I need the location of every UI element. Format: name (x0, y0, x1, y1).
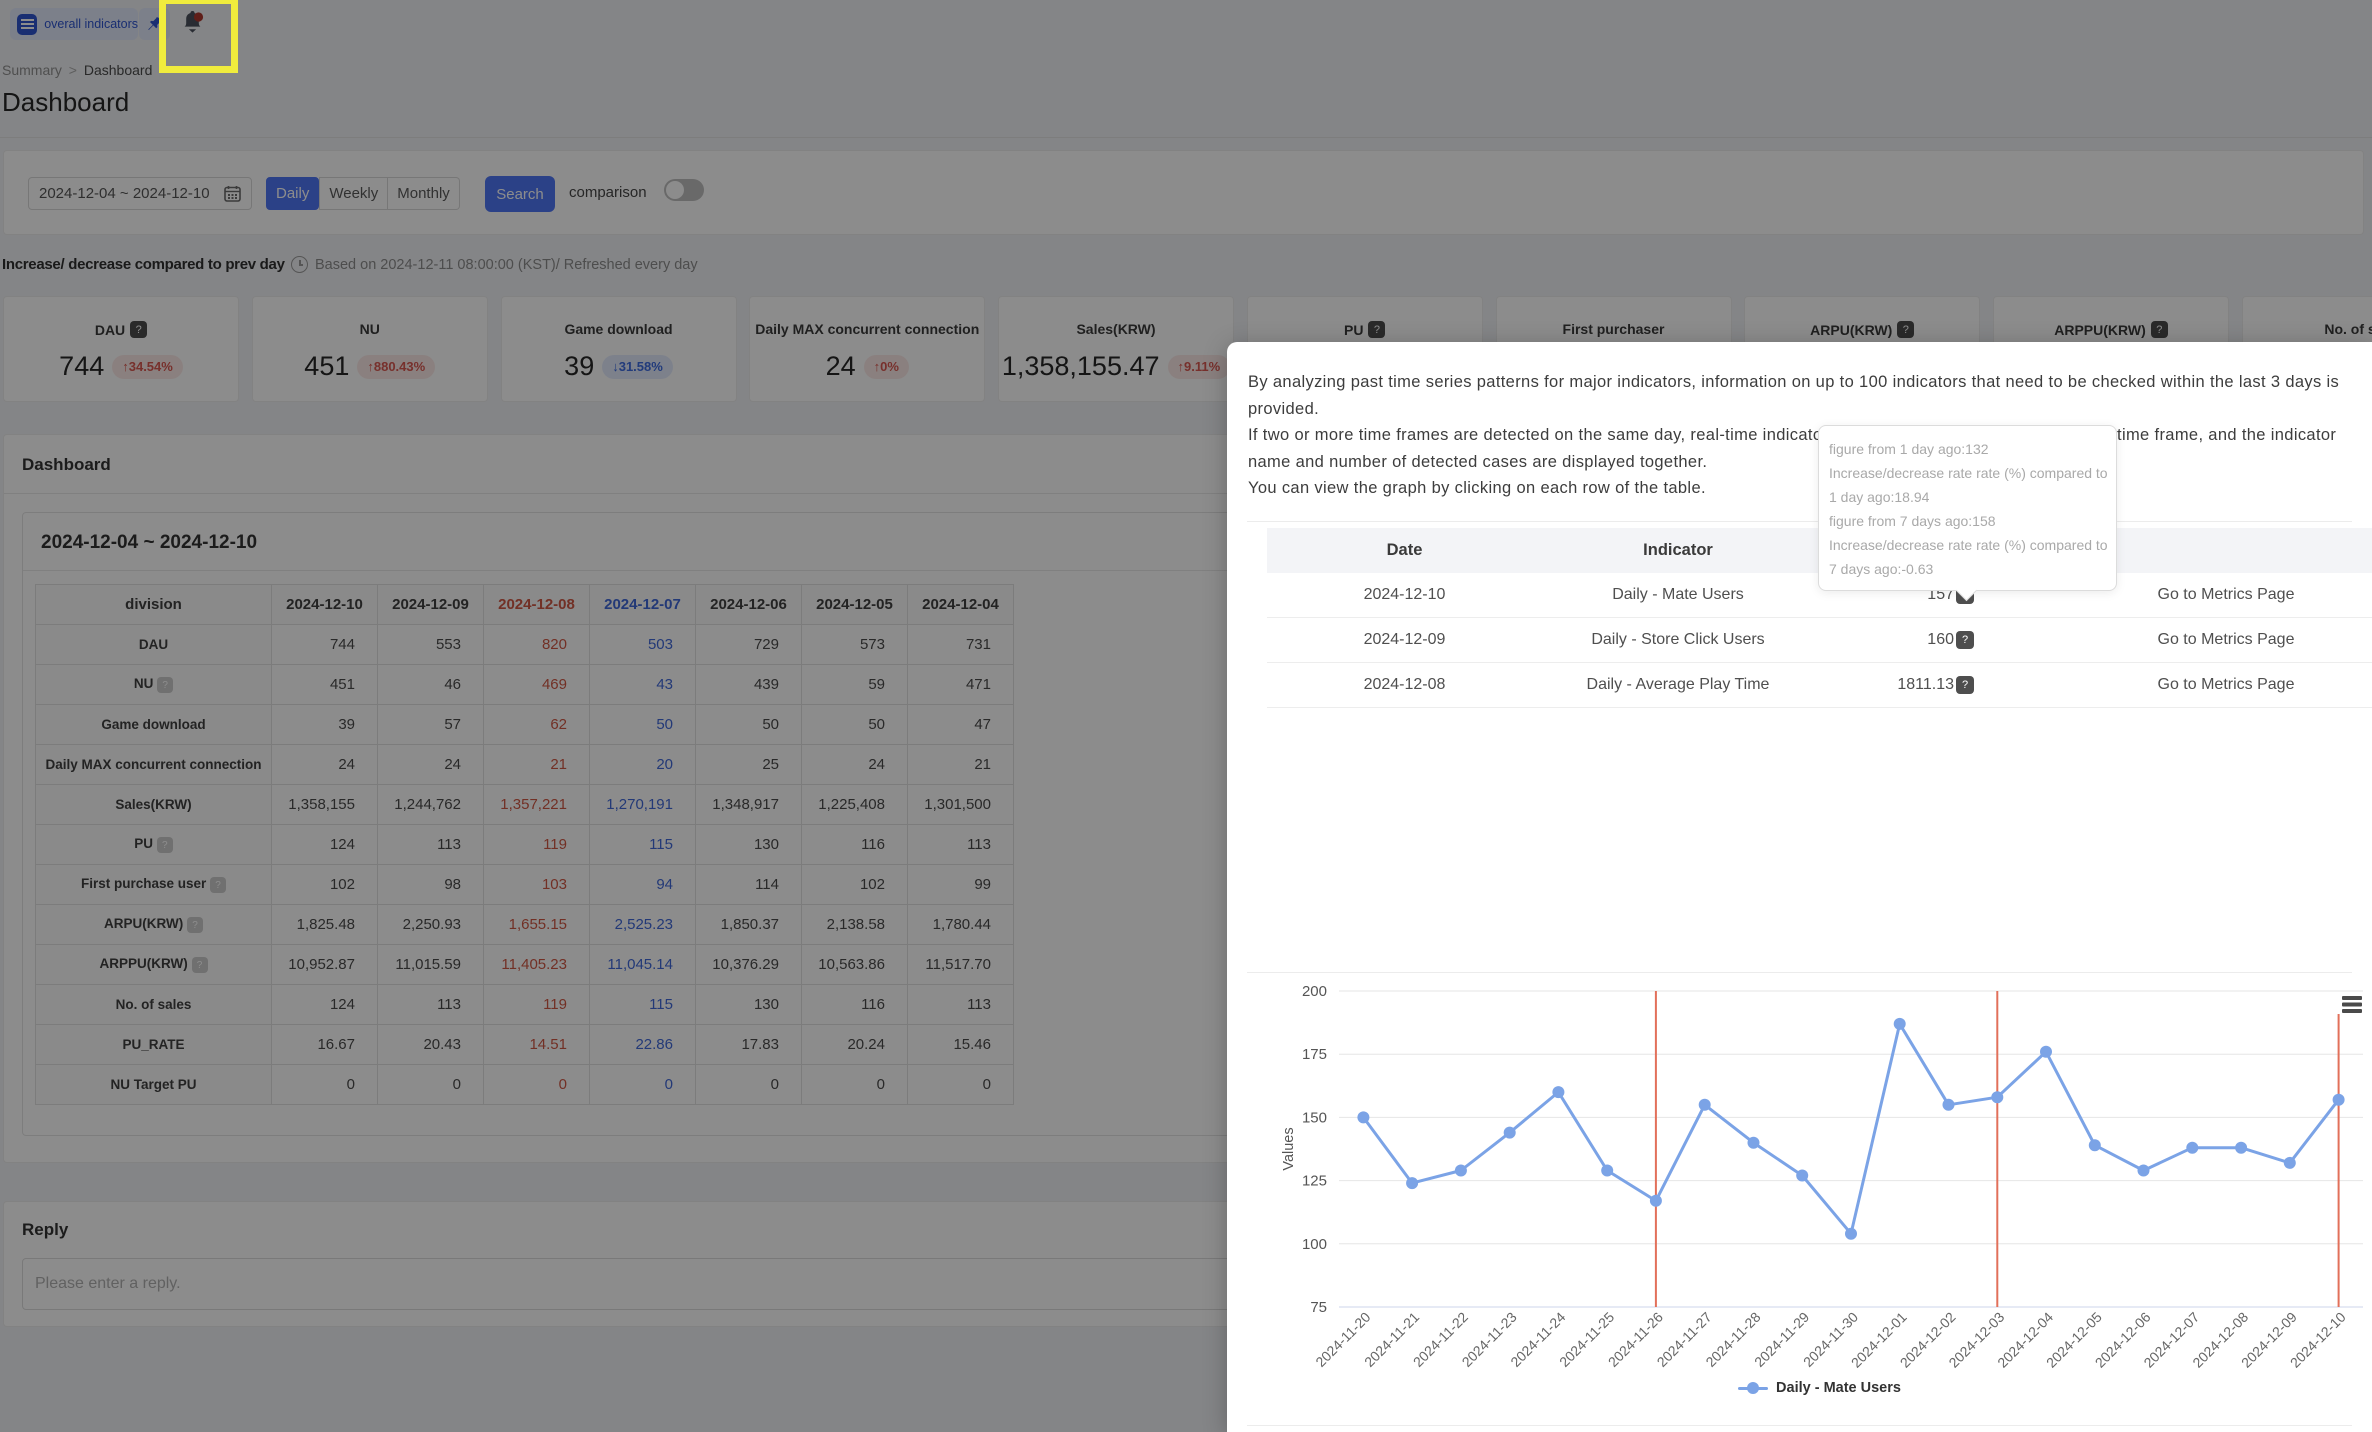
svg-text:100: 100 (1302, 1236, 1327, 1253)
svg-text:175: 175 (1302, 1046, 1327, 1063)
svg-text:75: 75 (1310, 1299, 1327, 1316)
svg-text:Values: Values (1281, 1127, 1297, 1170)
svg-text:200: 200 (1302, 983, 1327, 1000)
svg-text:125: 125 (1302, 1173, 1327, 1190)
svg-text:150: 150 (1302, 1109, 1327, 1126)
